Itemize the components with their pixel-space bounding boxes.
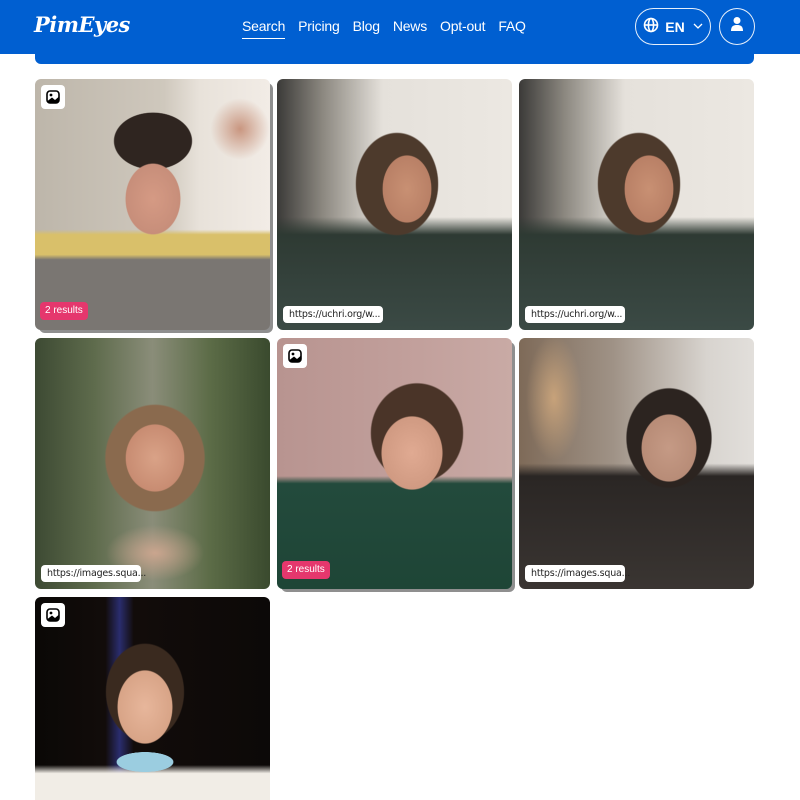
result-card[interactable]: https://uchri.org/w... (277, 79, 512, 330)
source-url-chip[interactable]: https://images.squa... (525, 565, 630, 582)
search-panel-tab (35, 54, 754, 64)
nav-faq[interactable]: FAQ (498, 17, 526, 39)
nav-pricing[interactable]: Pricing (298, 17, 340, 39)
account-button[interactable] (719, 8, 755, 45)
nav-search[interactable]: Search (242, 17, 285, 39)
results-count-badge[interactable]: 2 results (282, 561, 330, 579)
result-thumbnail[interactable] (35, 79, 270, 330)
language-selector[interactable]: EN (635, 8, 711, 45)
pimeyes-logo[interactable]: PimEyes (34, 12, 130, 37)
source-url-chip[interactable]: https://images.squa... (41, 565, 146, 582)
source-url-chip[interactable]: https://uchri.org/w... (525, 306, 625, 323)
image-icon[interactable] (41, 85, 65, 109)
results-grid: 2 results https://uchri.org/w... https://u… (35, 79, 755, 800)
result-thumbnail[interactable] (277, 79, 512, 330)
result-thumbnail[interactable] (35, 597, 270, 800)
result-card[interactable]: https://uchri.org/w... (519, 79, 754, 330)
user-icon (730, 16, 744, 37)
language-label: EN (665, 18, 685, 35)
nav-blog[interactable]: Blog (353, 17, 380, 39)
result-thumbnail[interactable] (519, 79, 754, 330)
globe-icon (643, 17, 659, 36)
main-nav: Search Pricing Blog News Opt-out FAQ (242, 17, 526, 39)
source-url-chip[interactable]: https://uchri.org/w... (283, 306, 383, 323)
image-icon[interactable] (41, 603, 65, 627)
result-card[interactable]: https://images.squa... (35, 338, 270, 589)
nav-opt-out[interactable]: Opt-out (440, 17, 485, 39)
result-card[interactable] (35, 597, 270, 800)
result-card[interactable]: 2 results (35, 79, 273, 333)
result-card[interactable]: 2 results (277, 338, 515, 592)
nav-news[interactable]: News (393, 17, 427, 39)
top-navigation-bar: PimEyes Search Pricing Blog News Opt-out… (0, 0, 800, 54)
result-thumbnail[interactable] (519, 338, 754, 589)
chevron-down-icon (693, 21, 703, 32)
result-thumbnail[interactable] (277, 338, 512, 589)
image-icon[interactable] (283, 344, 307, 368)
results-count-badge[interactable]: 2 results (40, 302, 88, 320)
result-thumbnail[interactable] (35, 338, 270, 589)
result-card[interactable]: https://images.squa... (519, 338, 754, 589)
